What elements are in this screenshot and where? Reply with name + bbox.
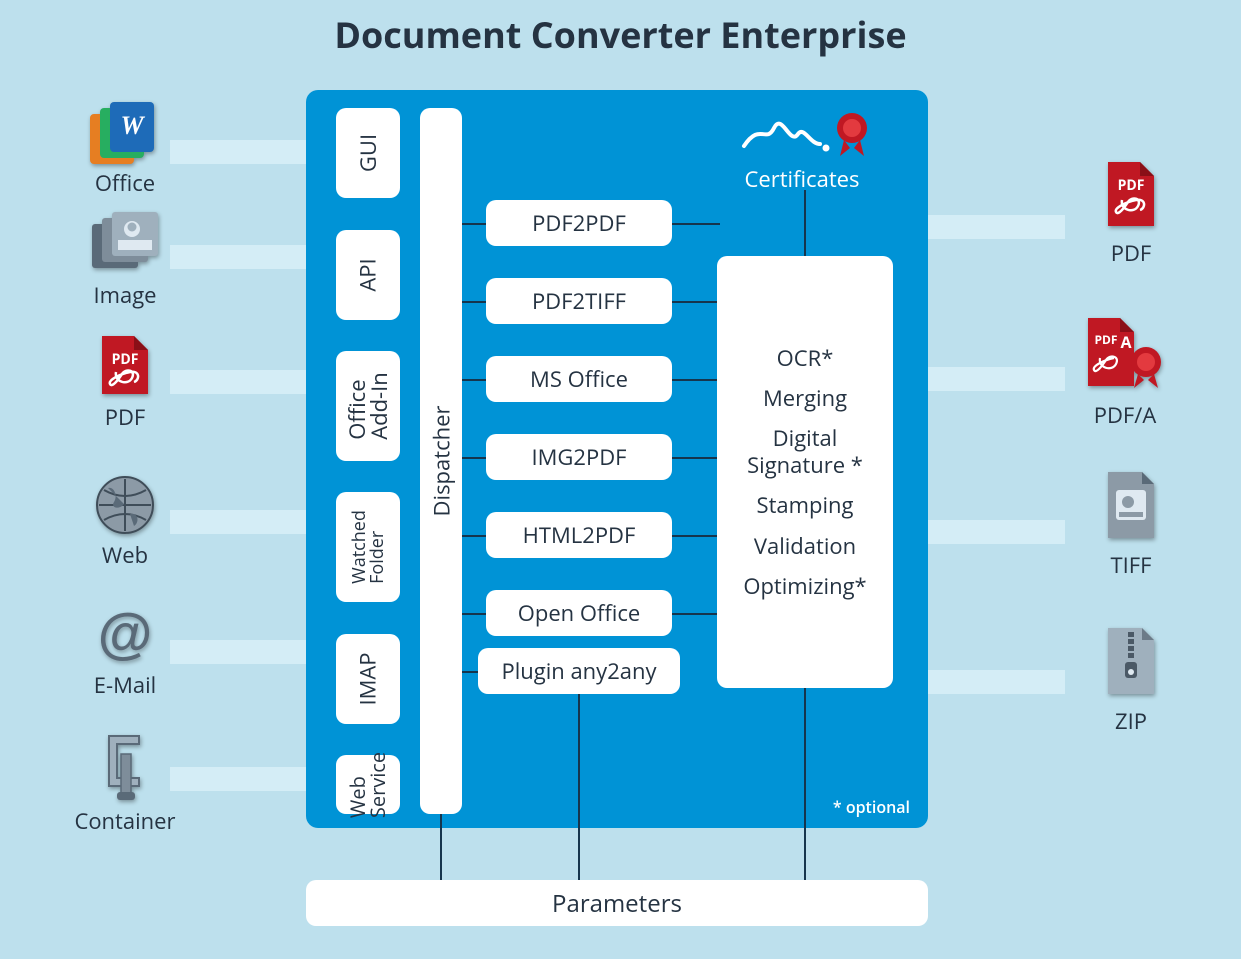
processing-merging: Merging	[763, 385, 847, 411]
converter-pdf2pdf: PDF2PDF	[486, 200, 672, 246]
svg-text:PDF: PDF	[1118, 176, 1145, 195]
connector-converters-parameters	[578, 828, 580, 880]
output-tiff: TIFF	[1066, 470, 1196, 580]
converter-pdf2pdf-label: PDF2PDF	[532, 208, 626, 238]
connector-dispatcher-parameters	[440, 828, 442, 880]
output-pdfa-label: PDF/A	[1060, 400, 1190, 430]
dispatcher-box: Dispatcher	[420, 108, 462, 814]
output-zip: ZIP	[1066, 626, 1196, 736]
interface-office-addin-label: OfficeAdd-In	[346, 372, 390, 440]
output-pdfa: PDF A PDF/A	[1060, 316, 1190, 430]
interface-imap-label: IMAP	[353, 652, 383, 705]
interface-watched-folder: WatchedFolder	[336, 492, 400, 602]
converter-plugin-any2any-label: Plugin any2any	[501, 656, 656, 686]
interface-office-addin: OfficeAdd-In	[336, 351, 400, 461]
office-documents-icon: W	[88, 98, 162, 164]
output-pdf-label: PDF	[1066, 238, 1196, 268]
connector-processing-parameters	[804, 828, 806, 880]
processing-validation: Validation	[754, 533, 856, 559]
input-web-label: Web	[60, 540, 190, 570]
converter-img2pdf-label: IMG2PDF	[531, 442, 626, 472]
processing-optimizing: Optimizing*	[743, 573, 866, 599]
processing-box: OCR* Merging Digital Signature * Stampin…	[717, 256, 893, 688]
interface-watched-folder-label: WatchedFolder	[350, 510, 386, 584]
converter-pdf2tiff-label: PDF2TIFF	[532, 286, 626, 316]
interface-gui: GUI	[336, 108, 400, 198]
pdfa-file-icon: PDF A	[1082, 316, 1168, 392]
input-office-label: Office	[60, 168, 190, 198]
svg-text:PDF: PDF	[1094, 331, 1117, 348]
input-container: Container	[60, 730, 190, 836]
svg-text:@: @	[98, 604, 153, 664]
core-panel: Certificates Dispatcher GUI API OfficeAd…	[306, 90, 928, 828]
parameters-label: Parameters	[552, 887, 682, 920]
converter-img2pdf: IMG2PDF	[486, 434, 672, 480]
input-container-label: Container	[60, 806, 190, 836]
parameters-box: Parameters	[306, 880, 928, 926]
pdf-file-icon: PDF	[1102, 160, 1160, 230]
svg-text:PDF: PDF	[112, 350, 139, 369]
certificates-icon	[740, 104, 870, 160]
input-pdf-label: PDF	[60, 402, 190, 432]
processing-ocr: OCR*	[777, 345, 834, 371]
input-office: W Office	[60, 98, 190, 198]
input-email: @ E-Mail	[60, 604, 190, 700]
svg-text:W: W	[120, 111, 145, 140]
converter-plugin-any2any: Plugin any2any	[478, 648, 680, 694]
svg-text:A: A	[1120, 331, 1132, 353]
page-title: Document Converter Enterprise	[0, 10, 1241, 59]
output-zip-label: ZIP	[1066, 706, 1196, 736]
input-email-label: E-Mail	[60, 670, 190, 700]
optional-note: * optional	[833, 796, 910, 818]
pdf-file-icon: PDF	[96, 334, 154, 398]
converter-openoffice: Open Office	[486, 590, 672, 636]
tiff-file-icon	[1102, 470, 1160, 542]
processing-stamping: Stamping	[757, 492, 854, 518]
processing-digital-signature: Digital Signature *	[723, 425, 887, 478]
interface-imap: IMAP	[336, 634, 400, 724]
input-image: Image	[60, 210, 190, 310]
clamp-icon	[99, 730, 151, 802]
output-pdf: PDF PDF	[1066, 160, 1196, 268]
globe-icon	[94, 474, 156, 536]
certificates-label: Certificates	[702, 164, 902, 194]
converter-html2pdf: HTML2PDF	[486, 512, 672, 558]
interface-web-service-label: WebService	[348, 751, 388, 817]
input-web: Web	[60, 474, 190, 570]
interface-api-label: API	[353, 258, 383, 291]
output-tiff-label: TIFF	[1066, 550, 1196, 580]
input-pdf: PDF PDF	[60, 334, 190, 432]
image-stack-icon	[88, 210, 162, 276]
zip-file-icon	[1102, 626, 1160, 698]
converter-msoffice: MS Office	[486, 356, 672, 402]
converter-pdf2tiff: PDF2TIFF	[486, 278, 672, 324]
at-sign-icon: @	[93, 604, 157, 666]
interface-api: API	[336, 230, 400, 320]
input-image-label: Image	[60, 280, 190, 310]
converter-html2pdf-label: HTML2PDF	[523, 520, 636, 550]
interface-gui-label: GUI	[353, 134, 383, 172]
converter-openoffice-label: Open Office	[518, 598, 640, 628]
dispatcher-label: Dispatcher	[426, 406, 456, 517]
interface-web-service: WebService	[336, 755, 400, 814]
converter-msoffice-label: MS Office	[530, 364, 628, 394]
